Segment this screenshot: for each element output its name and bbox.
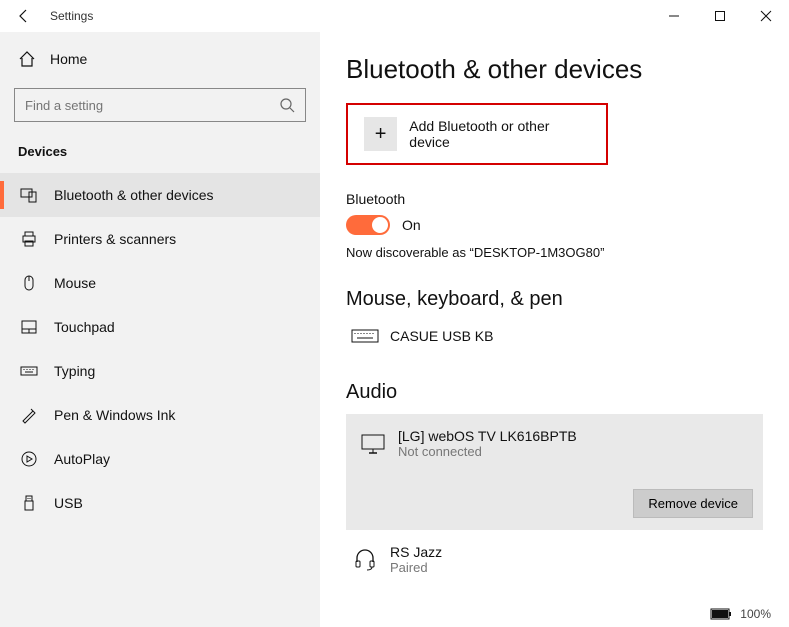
window-title: Settings xyxy=(50,9,93,23)
device-name: [LG] webOS TV LK616BPTB xyxy=(398,428,577,444)
remove-device-button[interactable]: Remove device xyxy=(633,489,753,518)
battery-icon xyxy=(710,608,732,620)
sidebar-item-touchpad[interactable]: Touchpad xyxy=(0,305,320,349)
device-name: RS Jazz xyxy=(390,544,442,560)
autoplay-icon xyxy=(18,450,40,468)
sidebar-item-typing[interactable]: Typing xyxy=(0,349,320,393)
bluetooth-state: On xyxy=(402,217,421,233)
devices-icon xyxy=(18,186,40,204)
touchpad-icon xyxy=(18,318,40,336)
plus-icon: + xyxy=(364,117,397,151)
home-link[interactable]: Home xyxy=(0,40,320,78)
minimize-button[interactable] xyxy=(651,0,697,32)
system-tray: 100% xyxy=(710,607,771,621)
add-device-label: Add Bluetooth or other device xyxy=(409,118,590,150)
maximize-button[interactable] xyxy=(697,0,743,32)
search-input[interactable] xyxy=(25,98,279,113)
sidebar-item-autoplay[interactable]: AutoPlay xyxy=(0,437,320,481)
audio-heading: Audio xyxy=(346,381,763,404)
discoverable-text: Now discoverable as “DESKTOP-1M3OG80” xyxy=(346,245,763,260)
sidebar-item-usb[interactable]: USB xyxy=(0,481,320,525)
pen-icon xyxy=(18,406,40,424)
keyboard-device-icon xyxy=(348,327,382,345)
monitor-icon xyxy=(356,433,390,455)
bluetooth-label: Bluetooth xyxy=(346,191,763,207)
add-device-button[interactable]: + Add Bluetooth or other device xyxy=(346,103,608,165)
sidebar-item-bluetooth[interactable]: Bluetooth & other devices xyxy=(0,173,320,217)
main-content: Bluetooth & other devices + Add Bluetoot… xyxy=(320,32,789,627)
sidebar-item-pen[interactable]: Pen & Windows Ink xyxy=(0,393,320,437)
sidebar-item-label: Printers & scanners xyxy=(54,231,176,247)
sidebar-item-label: AutoPlay xyxy=(54,451,110,467)
device-row-headset[interactable]: RS Jazz Paired xyxy=(346,538,763,581)
search-box[interactable] xyxy=(14,88,306,122)
back-button[interactable] xyxy=(10,8,38,24)
sidebar-item-label: Touchpad xyxy=(54,319,115,335)
sidebar-item-label: Typing xyxy=(54,363,95,379)
keyboard-icon xyxy=(18,362,40,380)
sidebar-item-mouse[interactable]: Mouse xyxy=(0,261,320,305)
usb-icon xyxy=(18,494,40,512)
close-button[interactable] xyxy=(743,0,789,32)
sidebar-item-printers[interactable]: Printers & scanners xyxy=(0,217,320,261)
home-icon xyxy=(18,50,36,68)
sidebar-item-label: Pen & Windows Ink xyxy=(54,407,175,423)
device-row-tv[interactable]: [LG] webOS TV LK616BPTB Not connected Re… xyxy=(346,414,763,530)
sidebar-item-label: Bluetooth & other devices xyxy=(54,187,214,203)
search-icon xyxy=(279,97,295,113)
home-label: Home xyxy=(50,51,87,67)
mouse-icon xyxy=(18,274,40,292)
device-status: Not connected xyxy=(398,444,577,459)
device-status: Paired xyxy=(390,560,442,575)
headset-icon xyxy=(348,548,382,572)
page-title: Bluetooth & other devices xyxy=(346,54,763,85)
printer-icon xyxy=(18,230,40,248)
device-row-keyboard[interactable]: CASUE USB KB xyxy=(346,321,763,351)
sidebar-item-label: Mouse xyxy=(54,275,96,291)
sidebar: Home Devices Bluetooth & other devices P… xyxy=(0,32,320,627)
battery-percent: 100% xyxy=(740,607,771,621)
device-name: CASUE USB KB xyxy=(390,328,493,344)
sidebar-item-label: USB xyxy=(54,495,83,511)
category-title: Devices xyxy=(0,140,320,173)
mouse-keyboard-heading: Mouse, keyboard, & pen xyxy=(346,288,763,311)
bluetooth-toggle[interactable] xyxy=(346,215,390,235)
